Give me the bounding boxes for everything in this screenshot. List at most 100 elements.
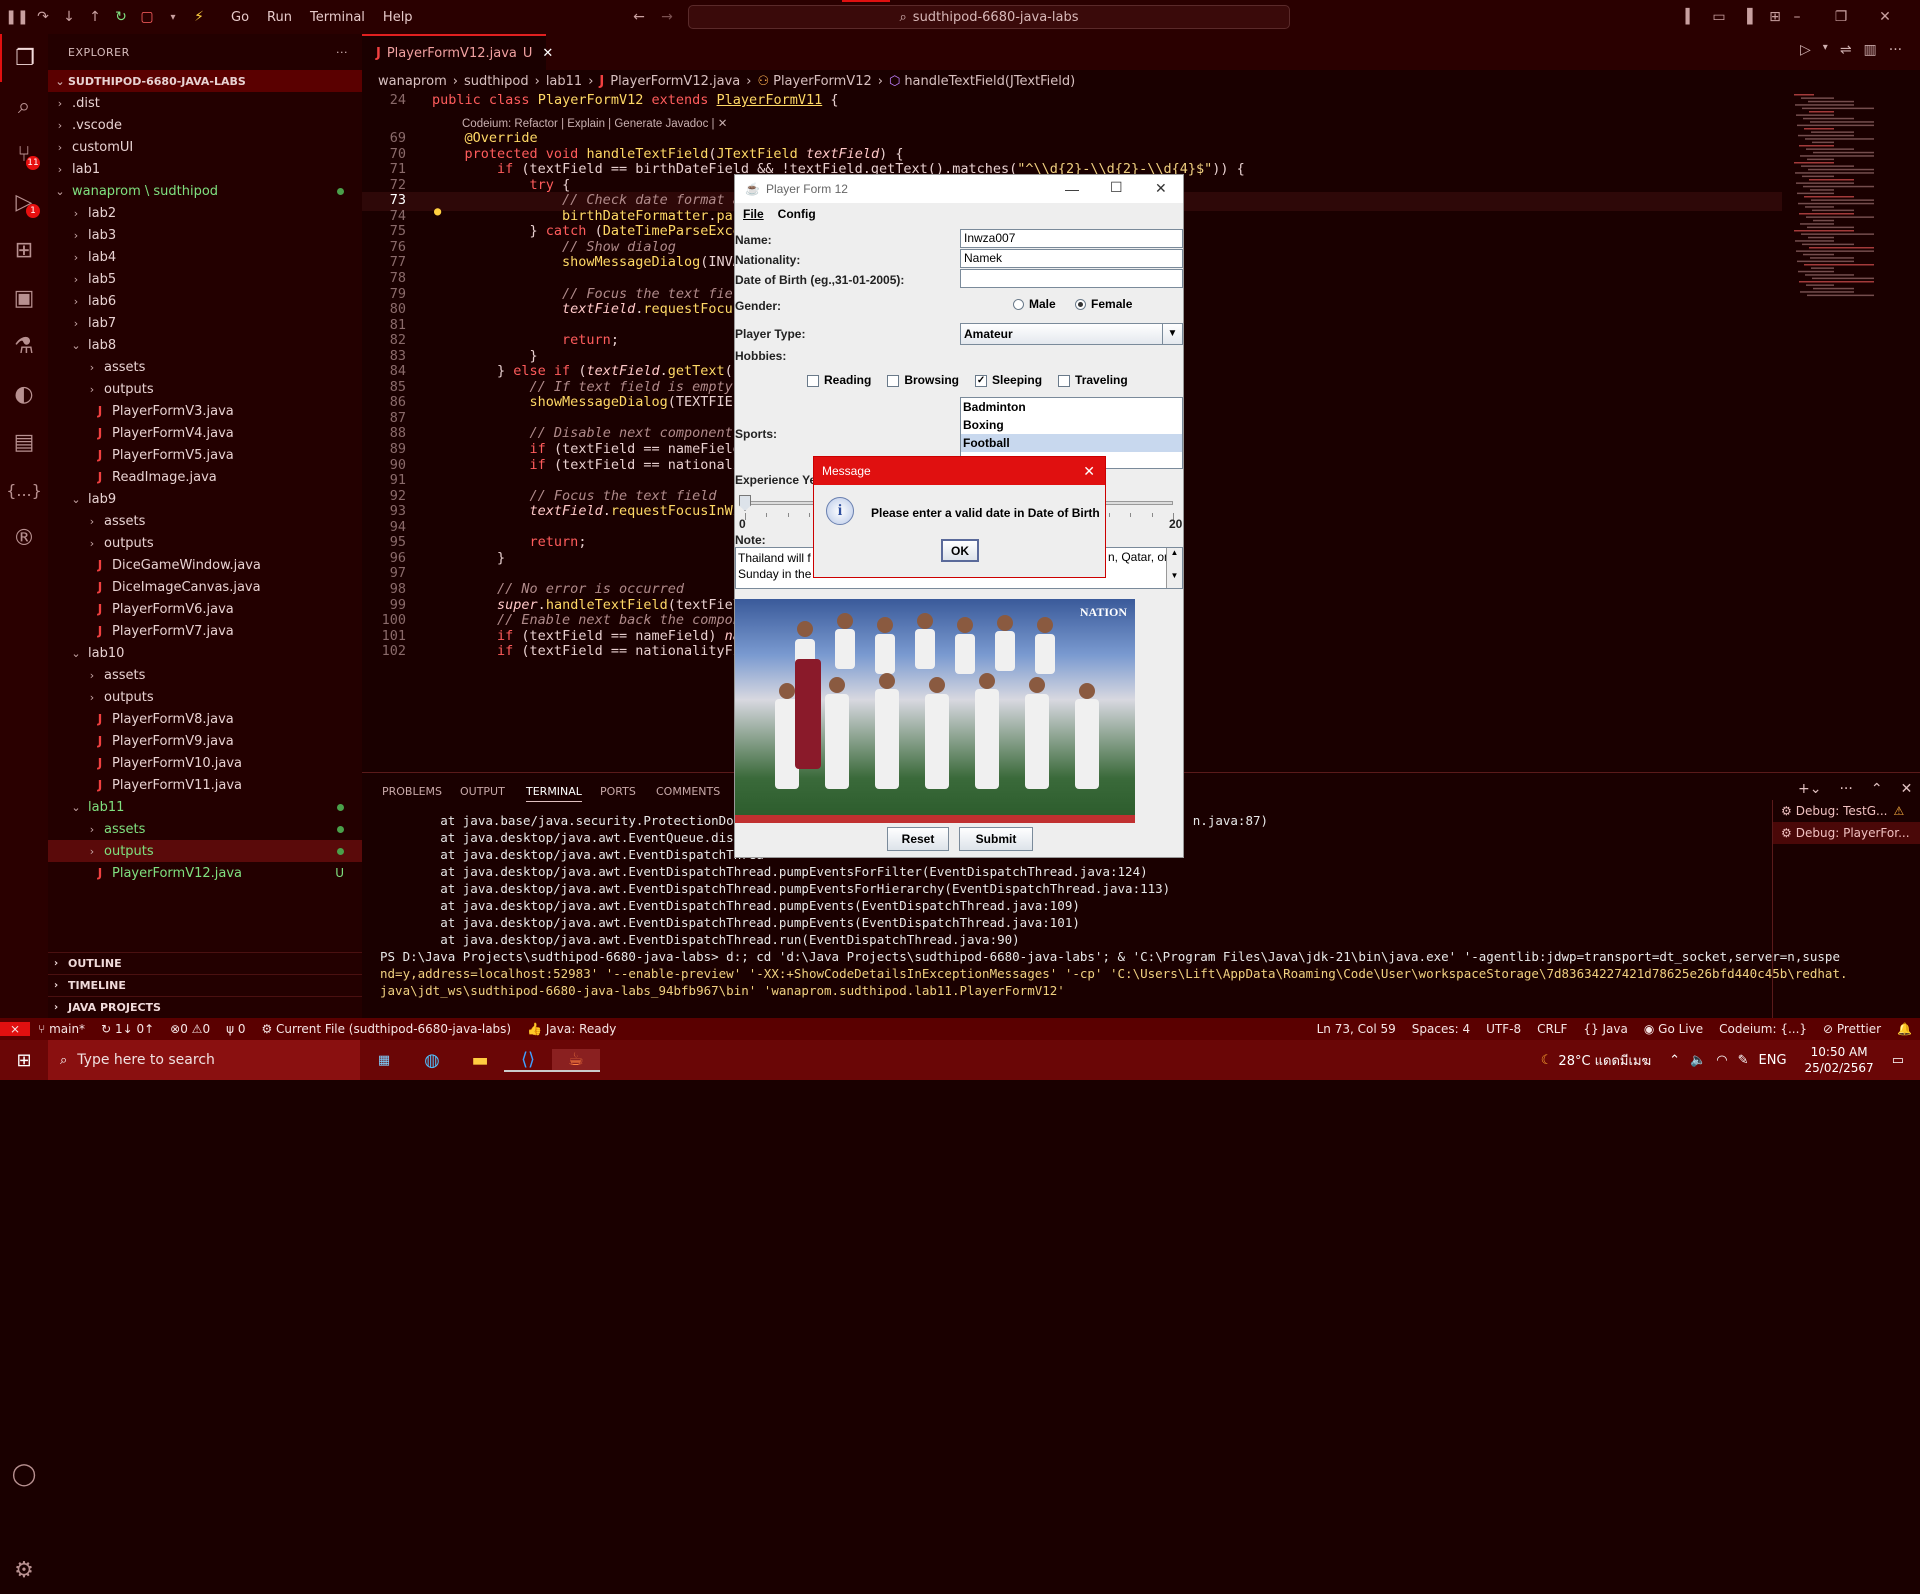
folder-item[interactable]: › assets [48, 510, 362, 532]
folder-item[interactable]: › outputs [48, 840, 362, 862]
menu-run[interactable]: Run [258, 10, 301, 25]
hobby-checkbox[interactable]: Reading [807, 373, 871, 387]
name-field[interactable]: Inwza007 [960, 229, 1183, 248]
encoding[interactable]: UTF-8 [1478, 1022, 1529, 1036]
java-app-icon[interactable]: ☕ [552, 1048, 600, 1072]
tab-playerformv12[interactable]: J PlayerFormV12.java U ✕ [362, 34, 553, 70]
restart-icon[interactable]: ↻ [110, 6, 132, 28]
maximize-panel-icon[interactable]: ⌃ [1871, 781, 1883, 797]
step-into-icon[interactable]: ↓ [58, 6, 80, 28]
folder-item[interactable]: › customUI [48, 136, 362, 158]
close-icon[interactable]: ✕ [1874, 6, 1896, 28]
chevron-down-icon[interactable]: ▾ [162, 6, 184, 28]
folder-item[interactable]: › lab6 [48, 290, 362, 312]
close-panel-icon[interactable]: ✕ [1901, 781, 1913, 797]
toggle-panel-icon[interactable]: ▭ [1708, 6, 1730, 28]
folder-item[interactable]: › .vscode [48, 114, 362, 136]
command-search[interactable]: ⌕ sudthipod-6680-java-labs [688, 5, 1290, 29]
ports-status[interactable]: ψ 0 [218, 1022, 253, 1036]
forward-arrow-icon[interactable]: → [656, 6, 678, 28]
close-icon[interactable]: ✕ [542, 46, 553, 61]
file-explorer-icon[interactable]: ▬ [456, 1050, 504, 1071]
extensions-icon[interactable]: ⊞ [0, 226, 48, 274]
toggle-sidebar-icon[interactable]: ▍ [1680, 6, 1702, 28]
crumb-sudthipod[interactable]: sudthipod [464, 74, 529, 89]
file-item[interactable]: J PlayerFormV12.java U [48, 862, 362, 884]
folder-item[interactable]: › assets [48, 818, 362, 840]
folder-item[interactable]: › outputs [48, 686, 362, 708]
gender-female-radio[interactable]: Female [1075, 297, 1132, 311]
chevron-down-icon[interactable]: ▾ [1823, 42, 1828, 58]
vscode-icon[interactable]: ⟨⟩ [504, 1049, 552, 1072]
remote-icon[interactable]: ⨯ [0, 1022, 31, 1036]
minimize-icon[interactable]: — [1065, 181, 1079, 197]
codeium-lens[interactable]: Codeium: Refactor | Explain | Generate J… [462, 116, 727, 130]
pause-icon[interactable]: ❚❚ [5, 6, 28, 28]
line-ending[interactable]: CRLF [1529, 1022, 1575, 1036]
folder-item[interactable]: › assets [48, 664, 362, 686]
account-icon[interactable]: ◯ [0, 1450, 48, 1498]
tab-comments[interactable]: COMMENTS [656, 785, 720, 798]
file-item[interactable]: J PlayerFormV8.java [48, 708, 362, 730]
submit-button[interactable]: Submit [959, 827, 1033, 851]
file-item[interactable]: J DiceImageCanvas.java [48, 576, 362, 598]
hobby-checkbox[interactable]: ✓ Sleeping [975, 373, 1042, 387]
clock[interactable]: 10:50 AM 25/02/2567 [1805, 1044, 1874, 1076]
maximize-icon[interactable]: ☐ [1110, 179, 1123, 196]
more-actions-icon[interactable]: ··· [336, 46, 348, 59]
add-terminal-icon[interactable]: +⌄ [1798, 781, 1821, 797]
stop-icon[interactable]: ▢ [136, 6, 158, 28]
folder-item[interactable]: ⌄ wanaprom \ sudthipod [48, 180, 362, 202]
note-scrollbar[interactable]: ▲ ▼ [1166, 548, 1182, 588]
scroll-down-icon[interactable]: ▼ [1167, 571, 1182, 580]
folder-item[interactable]: › .dist [48, 92, 362, 114]
menu-file[interactable]: File [743, 207, 764, 221]
file-item[interactable]: J PlayerFormV11.java [48, 774, 362, 796]
folder-item[interactable]: › lab7 [48, 312, 362, 334]
settings-gear-icon[interactable]: ⚙ [0, 1546, 48, 1594]
tab-output[interactable]: OUTPUT [460, 785, 505, 798]
folder-item[interactable]: › outputs [48, 378, 362, 400]
folder-item[interactable]: › lab5 [48, 268, 362, 290]
crumb-class[interactable]: PlayerFormV12 [773, 74, 872, 89]
sport-item[interactable]: Football [961, 434, 1182, 452]
notifications-icon[interactable]: 🔔 [1889, 1022, 1920, 1036]
toggle-secondary-sidebar-icon[interactable]: ▐ [1736, 6, 1758, 28]
section-java-projects[interactable]: › JAVA PROJECTS [48, 996, 362, 1018]
reset-button[interactable]: Reset [887, 827, 949, 851]
file-item[interactable]: J PlayerFormV9.java [48, 730, 362, 752]
launch-status[interactable]: ⚙ Current File (sudthipod-6680-java-labs… [253, 1022, 519, 1036]
docker-icon[interactable]: ▤ [0, 418, 48, 466]
folder-item[interactable]: ⌄ lab9 [48, 488, 362, 510]
edge-icon[interactable]: ◐ [0, 370, 48, 418]
speaker-icon[interactable]: 🔈 [1690, 1053, 1706, 1068]
pen-icon[interactable]: ✎ [1738, 1053, 1749, 1068]
edge-browser-icon[interactable]: ◍ [408, 1050, 456, 1071]
crumb-lab11[interactable]: lab11 [546, 74, 582, 89]
minimize-icon[interactable]: – [1786, 6, 1808, 28]
dropdown-arrow-icon[interactable]: ▼ [1162, 324, 1182, 344]
testing-icon[interactable]: ⚗ [0, 322, 48, 370]
java-status[interactable]: 👍 Java: Ready [519, 1022, 624, 1036]
explorer-icon[interactable]: ❐ [0, 34, 48, 82]
remote-explorer-icon[interactable]: ▣ [0, 274, 48, 322]
file-item[interactable]: J PlayerFormV3.java [48, 400, 362, 422]
folder-item[interactable]: › lab4 [48, 246, 362, 268]
split-editor-icon[interactable]: ▥ [1864, 42, 1877, 58]
crumb-wanaprom[interactable]: wanaprom [378, 74, 447, 89]
hobby-checkbox[interactable]: Browsing [887, 373, 959, 387]
notification-center-icon[interactable]: ▭ [1892, 1053, 1904, 1068]
go-live[interactable]: ◉ Go Live [1636, 1022, 1711, 1036]
windows-start-icon[interactable]: ⊞ [0, 1050, 48, 1071]
json-icon[interactable]: {...} [0, 466, 48, 514]
run-icon[interactable]: ▷ [1800, 42, 1811, 58]
nationality-field[interactable]: Namek [960, 249, 1183, 268]
folder-item[interactable]: ⌄ lab11 [48, 796, 362, 818]
taskbar-search[interactable]: ⌕ Type here to search [48, 1040, 360, 1080]
file-item[interactable]: J PlayerFormV6.java [48, 598, 362, 620]
file-item[interactable]: J DiceGameWindow.java [48, 554, 362, 576]
close-icon[interactable]: ✕ [1155, 180, 1167, 197]
menu-config[interactable]: Config [778, 207, 816, 221]
menu-terminal[interactable]: Terminal [301, 10, 374, 25]
crumb-method[interactable]: handleTextField(JTextField) [904, 74, 1075, 89]
